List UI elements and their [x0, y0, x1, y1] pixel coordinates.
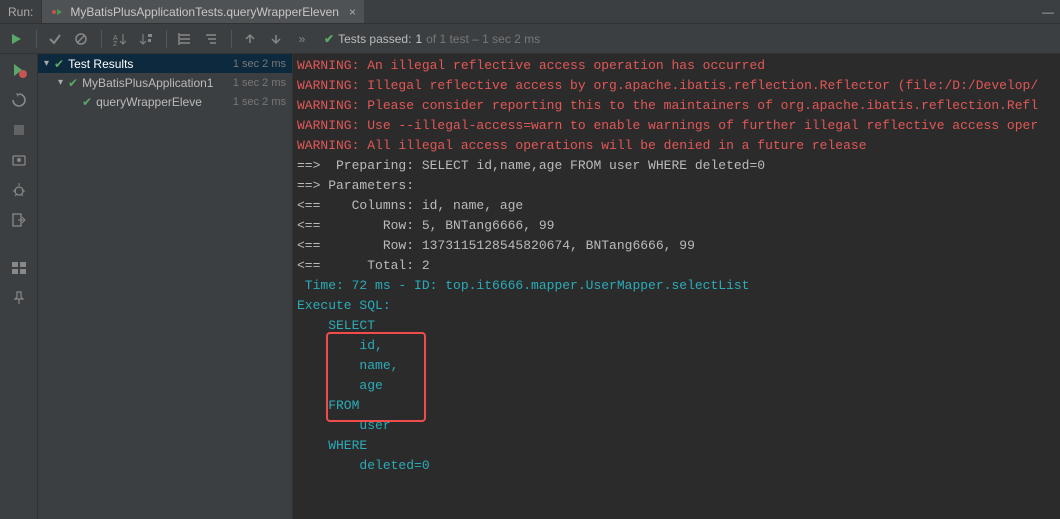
separator — [36, 30, 37, 48]
collapse-all-button[interactable] — [199, 27, 223, 51]
debug-icon[interactable] — [8, 180, 30, 200]
toggle-auto-test-icon[interactable] — [8, 90, 30, 110]
tree-node-method-row[interactable]: ✔ queryWrapperEleve 1 sec 2 ms — [38, 92, 292, 111]
console-line: deleted=0 — [297, 458, 430, 473]
console-line: SELECT — [297, 318, 375, 333]
previous-failed-button[interactable] — [238, 27, 262, 51]
tree-node-class-row[interactable]: ▾ ✔ MyBatisPlusApplication1 1 sec 2 ms — [38, 73, 292, 92]
layout-icon[interactable] — [8, 258, 30, 278]
next-failed-button[interactable] — [264, 27, 288, 51]
tree-root-row[interactable]: ▾ ✔ Test Results 1 sec 2 ms — [38, 54, 292, 73]
console-line: <== Total: 2 — [297, 258, 430, 273]
check-icon: ✔ — [68, 76, 78, 90]
console-line: WARNING: Please consider reporting this … — [297, 98, 1038, 113]
separator — [101, 30, 102, 48]
stop-icon[interactable] — [8, 120, 30, 140]
console-output[interactable]: WARNING: An illegal reflective access op… — [293, 54, 1060, 519]
console-line: WARNING: Illegal reflective access by or… — [297, 78, 1038, 93]
run-tab[interactable]: MyBatisPlusApplicationTests.queryWrapper… — [42, 0, 364, 23]
console-line: ==> Parameters: — [297, 178, 422, 193]
tree-node-class-label: MyBatisPlusApplication1 — [82, 76, 229, 90]
console-line: name, — [297, 358, 398, 373]
console-line: WARNING: An illegal reflective access op… — [297, 58, 765, 73]
tests-passed-count: 1 — [415, 32, 422, 46]
more-actions-button[interactable]: » — [290, 27, 314, 51]
tree-root-time: 1 sec 2 ms — [233, 58, 286, 70]
test-status-label: ✔ Tests passed: 1 of 1 test – 1 sec 2 ms — [324, 32, 540, 46]
dump-threads-icon[interactable] — [8, 150, 30, 170]
exit-icon[interactable] — [8, 210, 30, 230]
rerun-button[interactable] — [4, 27, 28, 51]
console-line: WARNING: Use --illegal-access=warn to en… — [297, 118, 1038, 133]
console-line: <== Row: 1373115128545820674, BNTang6666… — [297, 238, 695, 253]
console-line: WARNING: All illegal access operations w… — [297, 138, 867, 153]
tree-node-class-time: 1 sec 2 ms — [233, 77, 286, 89]
close-tab-icon[interactable]: × — [349, 5, 356, 19]
chevron-down-icon: ▾ — [58, 77, 68, 88]
console-line: <== Row: 5, BNTang6666, 99 — [297, 218, 554, 233]
main-row: ▾ ✔ Test Results 1 sec 2 ms ▾ ✔ MyBatisP… — [0, 54, 1060, 519]
tree-root-label: Test Results — [68, 57, 229, 71]
separator — [231, 30, 232, 48]
console-line: age — [297, 378, 391, 393]
console-line: <== Columns: id, name, age — [297, 198, 523, 213]
console-line: ==> Preparing: SELECT id,name,age FROM u… — [297, 158, 765, 173]
check-icon: ✔ — [324, 32, 334, 46]
console-line: Time: 72 ms - ID: top.it6666.mapper.User… — [297, 278, 749, 293]
tree-node-method-time: 1 sec 2 ms — [233, 96, 286, 108]
console-line: user — [297, 418, 398, 433]
console-line: WHERE — [297, 438, 367, 453]
test-tree-pane: ▾ ✔ Test Results 1 sec 2 ms ▾ ✔ MyBatisP… — [38, 54, 293, 519]
console-line: id, — [297, 338, 383, 353]
pin-icon[interactable] — [8, 288, 30, 308]
tree-node-method-label: queryWrapperEleve — [96, 95, 229, 109]
show-passed-button[interactable] — [43, 27, 67, 51]
tests-passed-detail: of 1 test – 1 sec 2 ms — [426, 32, 540, 46]
expand-all-button[interactable] — [173, 27, 197, 51]
console-line: FROM — [297, 398, 359, 413]
show-ignored-button[interactable] — [69, 27, 93, 51]
separator — [166, 30, 167, 48]
test-config-icon — [50, 5, 64, 19]
run-toolbar: AZ » ✔ Tests passed: 1 of 1 test – 1 sec… — [0, 24, 1060, 54]
left-gutter — [0, 54, 38, 519]
run-tab-title: MyBatisPlusApplicationTests.queryWrapper… — [70, 5, 339, 19]
chevron-down-icon: ▾ — [44, 58, 54, 69]
run-tab-bar: Run: MyBatisPlusApplicationTests.queryWr… — [0, 0, 1060, 24]
minimize-panel-icon[interactable]: — — [1036, 0, 1060, 23]
check-icon: ✔ — [82, 95, 92, 109]
sort-alpha-button[interactable]: AZ — [108, 27, 132, 51]
run-label: Run: — [0, 0, 42, 23]
rerun-failed-icon[interactable] — [8, 60, 30, 80]
tests-passed-prefix: Tests passed: — [338, 32, 411, 46]
check-icon: ✔ — [54, 57, 64, 71]
sort-duration-button[interactable] — [134, 27, 158, 51]
console-line: Execute SQL: — [297, 298, 391, 313]
svg-text:Z: Z — [113, 41, 118, 46]
